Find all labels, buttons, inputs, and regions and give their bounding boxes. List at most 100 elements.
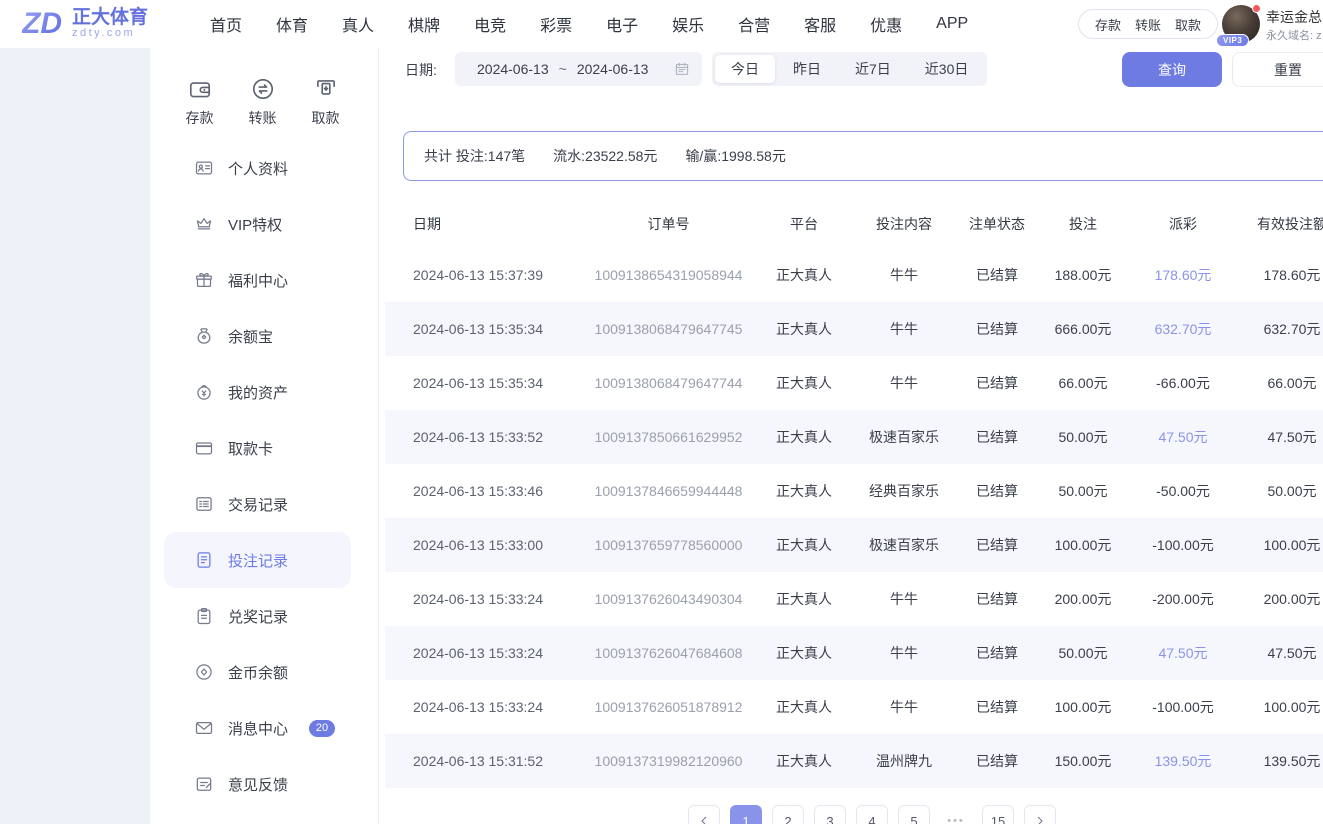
money-bag-icon (194, 326, 214, 346)
sidebar-item-label: 意见反馈 (228, 774, 288, 795)
reset-button[interactable]: 重置 (1232, 52, 1323, 87)
sidebar-item-VIP特权[interactable]: VIP特权 (164, 196, 351, 252)
range-button-今日[interactable]: 今日 (715, 55, 775, 83)
cell-bet-amount: 50.00元 (1042, 427, 1124, 447)
cell-platform: 正大真人 (752, 535, 856, 555)
cell-valid-amount: 200.00元 (1242, 589, 1323, 609)
sidebar-item-我的资产[interactable]: 我的资产 (164, 364, 351, 420)
search-button[interactable]: 查询 (1122, 52, 1222, 87)
range-button-近30日[interactable]: 近30日 (909, 55, 985, 83)
cell-bet-amount: 666.00元 (1042, 319, 1124, 339)
date-range-input[interactable]: 2024-06-13 ~ 2024-06-13 (455, 52, 702, 86)
quick-action-取款[interactable]: 取款 (312, 76, 340, 128)
table-row: 2024-06-13 15:35:341009138068479647745正大… (385, 302, 1323, 356)
sidebar-item-意见反馈[interactable]: 意见反馈 (164, 756, 351, 812)
pagination-next-button[interactable] (1024, 805, 1056, 824)
nav-item-棋牌[interactable]: 棋牌 (408, 12, 440, 36)
pagination-ellipsis: ••• (940, 805, 972, 824)
wallet-action-取款[interactable]: 取款 (1175, 15, 1201, 34)
nav-item-首页[interactable]: 首页 (210, 12, 242, 36)
pagination-page-2[interactable]: 2 (772, 805, 804, 824)
cell-date: 2024-06-13 15:33:24 (385, 645, 585, 661)
pagination-prev-button[interactable] (688, 805, 720, 824)
nav-item-优惠[interactable]: 优惠 (870, 12, 902, 36)
wallet-action-存款[interactable]: 存款 (1095, 15, 1121, 34)
sidebar-item-个人资料[interactable]: 个人资料 (164, 140, 351, 196)
sidebar-item-label: 消息中心 (228, 718, 288, 739)
sidebar-menu: 个人资料VIP特权福利中心余额宝我的资产取款卡交易记录投注记录兑奖记录金币余额消… (150, 140, 375, 812)
cell-bet-content: 牛牛 (856, 319, 952, 339)
wallet-action-转账[interactable]: 转账 (1135, 15, 1161, 34)
site-logo[interactable]: ZD 正大体育 zdty.com (22, 4, 148, 44)
range-button-近7日[interactable]: 近7日 (839, 55, 907, 83)
cell-platform: 正大真人 (752, 697, 856, 717)
table-row: 2024-06-13 15:33:241009137626047684608正大… (385, 626, 1323, 680)
sidebar-item-取款卡[interactable]: 取款卡 (164, 420, 351, 476)
cell-payout: -100.00元 (1124, 535, 1242, 555)
nav-item-体育[interactable]: 体育 (276, 12, 308, 36)
cell-valid-amount: 632.70元 (1242, 319, 1323, 339)
sidebar-item-金币余额[interactable]: 金币余额 (164, 644, 351, 700)
main-nav: 首页 体育 真人 棋牌 电竞 彩票 电子 娱乐 合营 客服 优惠 APP (210, 0, 968, 48)
nav-item-娱乐[interactable]: 娱乐 (672, 12, 704, 36)
cell-date: 2024-06-13 15:33:52 (385, 429, 585, 445)
pagination-page-4[interactable]: 4 (856, 805, 888, 824)
user-avatar[interactable]: VIP3 (1222, 5, 1260, 43)
assets-icon (194, 382, 214, 402)
left-gutter (0, 48, 150, 824)
cell-order-no: 1009137846659944448 (585, 483, 752, 499)
calendar-icon[interactable] (674, 61, 690, 77)
pagination-page-15[interactable]: 15 (982, 805, 1014, 824)
cell-platform: 正大真人 (752, 481, 856, 501)
pagination-page-1[interactable]: 1 (730, 805, 762, 824)
sidebar-item-余额宝[interactable]: 余额宝 (164, 308, 351, 364)
summary-stat: 流水:23522.58元 (553, 146, 657, 166)
nav-item-电竞[interactable]: 电竞 (474, 12, 506, 36)
quick-action-转账[interactable]: 转账 (249, 76, 277, 128)
pagination-page-3[interactable]: 3 (814, 805, 846, 824)
cell-status: 已结算 (952, 265, 1042, 285)
sidebar-item-兑奖记录[interactable]: 兑奖记录 (164, 588, 351, 644)
sidebar-item-label: 我的资产 (228, 382, 288, 403)
sidebar-item-交易记录[interactable]: 交易记录 (164, 476, 351, 532)
vip-badge: VIP3 (1216, 34, 1249, 47)
nav-item-APP[interactable]: APP (936, 15, 968, 33)
cell-valid-amount: 178.60元 (1242, 265, 1323, 285)
wallet-icon (187, 76, 213, 102)
column-header-有效投注额: 有效投注额 (1242, 214, 1323, 234)
nav-item-合营[interactable]: 合营 (738, 12, 770, 36)
quick-action-label: 取款 (312, 108, 340, 128)
cell-status: 已结算 (952, 751, 1042, 771)
cell-order-no: 1009137319982120960 (585, 753, 752, 769)
sidebar-item-label: 兑奖记录 (228, 606, 288, 627)
quick-action-存款[interactable]: 存款 (186, 76, 214, 128)
cell-bet-amount: 100.00元 (1042, 535, 1124, 555)
cell-status: 已结算 (952, 427, 1042, 447)
sidebar-item-消息中心[interactable]: 消息中心20 (164, 700, 351, 756)
cell-payout: 632.70元 (1124, 319, 1242, 339)
sidebar-item-投注记录[interactable]: 投注记录 (164, 532, 351, 588)
sidebar: 存款转账取款 个人资料VIP特权福利中心余额宝我的资产取款卡交易记录投注记录兑奖… (150, 48, 375, 824)
sidebar-item-福利中心[interactable]: 福利中心 (164, 252, 351, 308)
cell-date: 2024-06-13 15:33:24 (385, 699, 585, 715)
id-card-icon (194, 158, 214, 178)
table-row: 2024-06-13 15:31:521009137319982120960正大… (385, 734, 1323, 788)
column-header-订单号: 订单号 (585, 214, 752, 234)
cell-payout: 47.50元 (1124, 643, 1242, 663)
table-header-row: 日期订单号平台投注内容注单状态投注派彩有效投注额 (385, 200, 1323, 248)
cell-payout: -200.00元 (1124, 589, 1242, 609)
pagination-page-5[interactable]: 5 (898, 805, 930, 824)
nav-item-电子[interactable]: 电子 (606, 12, 638, 36)
cell-bet-content: 牛牛 (856, 697, 952, 717)
username[interactable]: 幸运金总 (1266, 7, 1322, 27)
range-button-昨日[interactable]: 昨日 (777, 55, 837, 83)
nav-item-真人[interactable]: 真人 (342, 12, 374, 36)
mail-icon (194, 718, 214, 738)
cell-payout: -100.00元 (1124, 697, 1242, 717)
table-row: 2024-06-13 15:33:461009137846659944448正大… (385, 464, 1323, 518)
cell-date: 2024-06-13 15:35:34 (385, 375, 585, 391)
cell-valid-amount: 100.00元 (1242, 697, 1323, 717)
nav-item-客服[interactable]: 客服 (804, 12, 836, 36)
cell-order-no: 1009137850661629952 (585, 429, 752, 445)
nav-item-彩票[interactable]: 彩票 (540, 12, 572, 36)
